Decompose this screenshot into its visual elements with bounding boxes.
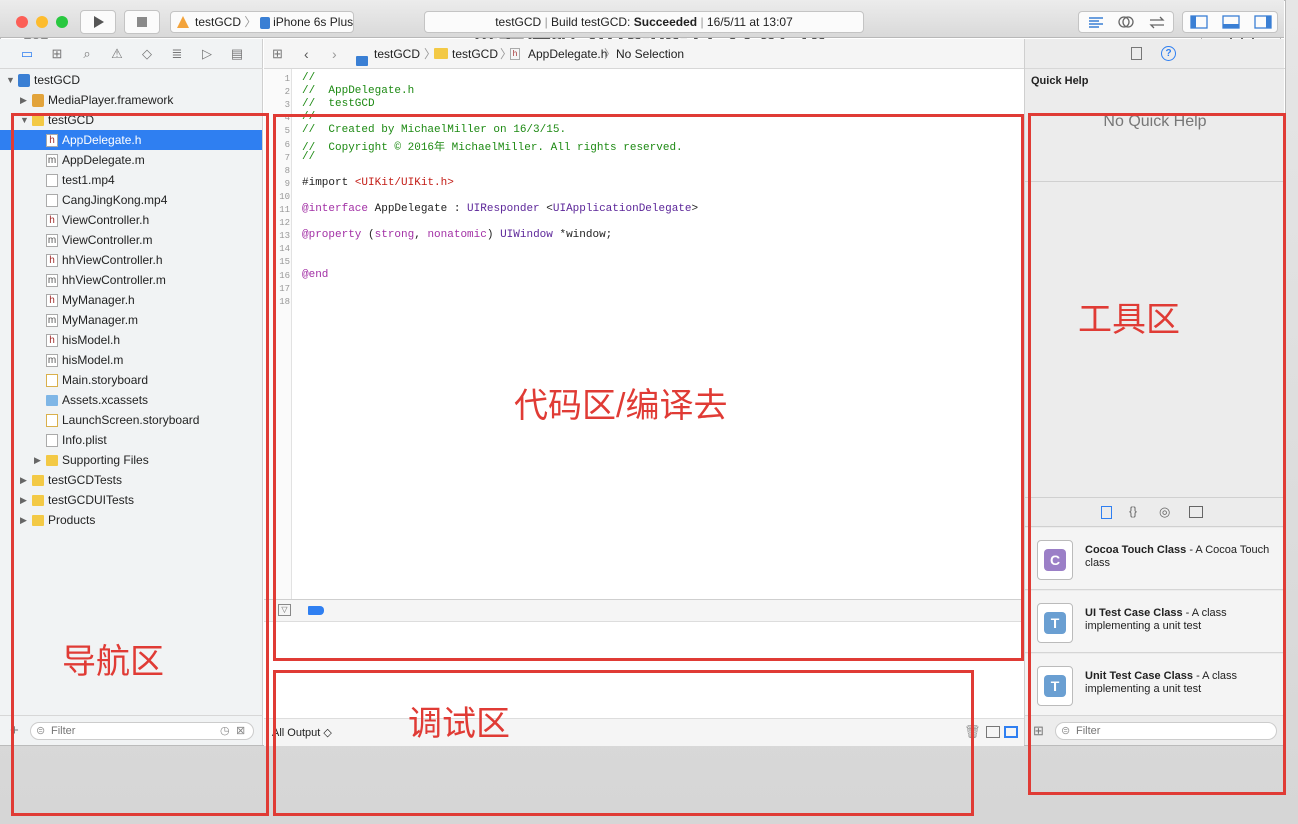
disclosure-closed-icon[interactable]: ▶ [20,90,30,110]
folder-icon [434,48,448,59]
search-icon[interactable]: ⌕ [78,45,96,63]
report-icon[interactable]: ▤ [228,45,246,63]
activity-status: testGCD | Build testGCD: Succeeded | 16/… [424,11,864,33]
toggle-navigator-icon[interactable] [1190,15,1208,32]
utilities-annotation-box [1028,113,1286,795]
status-time: 16/5/11 at 13:07 [706,15,793,29]
navigator-tabs: ▭ ⊞ ⌕ ⚠ ◇ ≣ ▷ ▤ [0,39,263,69]
issue-warning-icon[interactable]: ⚠ [108,45,126,63]
file-tree-row[interactable]: ▶ MediaPlayer.framework [0,90,262,110]
editor-mode-segment [1078,11,1174,33]
file-tree-label: MediaPlayer.framework [48,93,174,107]
framework-icon [32,94,44,107]
debug-list-icon[interactable]: ≣ [168,45,186,63]
stop-icon [137,17,147,27]
scheme-target: testGCD [195,15,242,29]
minimize-traffic-light[interactable] [36,16,48,28]
version-editor-icon[interactable] [1147,15,1167,32]
navigator-annotation-box [11,113,269,816]
navigator-annotation-label: 导航区 [62,643,164,681]
breakpoint-icon[interactable]: ▷ [198,45,216,63]
toggle-debug-icon[interactable] [1222,15,1240,32]
status-project: testGCD [495,15,542,29]
editor-annotation-label: 代码区/编译去 [514,387,728,425]
device-icon [259,16,270,29]
chevron-right-icon: 〉 [244,15,257,29]
zoom-traffic-light[interactable] [56,16,68,28]
assistant-editor-icon[interactable] [1117,15,1135,32]
toolbar: testGCD 〉 iPhone 6s Plus testGCD | Build… [0,0,1284,38]
file-tree-row[interactable]: ▼ testGCD [0,70,262,90]
header-file-icon: h [510,48,520,60]
status-build: Build testGCD: [551,15,631,29]
console-view-toggle-icon[interactable] [1004,726,1018,738]
jump-file[interactable]: AppDelegate.h [528,39,607,69]
back-arrow-icon[interactable]: ‹ [304,39,309,69]
view-toggle-segment [1182,11,1278,33]
forward-arrow-icon[interactable]: › [332,39,337,69]
code-line[interactable]: // AppDelegate.h [302,85,414,97]
file-inspector-icon[interactable] [1131,47,1142,60]
scheme-selector[interactable]: testGCD 〉 iPhone 6s Plus [170,11,354,33]
jump-symbol[interactable]: No Selection [616,39,684,69]
inspector-tabs: ? [1025,39,1285,69]
status-result: Succeeded [633,15,698,29]
jump-group[interactable]: testGCD [452,39,498,69]
line-number: 1 [284,74,290,84]
debug-annotation-label: 调试区 [408,705,510,743]
screenshot-window: ✕ 屏幕快照 2016-05-17 22.57.15 testGCD 〉 iPh… [0,0,1298,824]
toggle-utilities-icon[interactable] [1254,15,1272,32]
jump-project[interactable]: testGCD [374,39,420,69]
line-number: 3 [284,100,290,111]
app-target-icon [176,15,190,29]
debug-annotation-box [273,670,974,816]
close-traffic-light[interactable] [16,16,28,28]
quick-help-title: Quick Help [1031,75,1089,87]
file-tree-label: testGCD [34,73,81,87]
scheme-device: iPhone 6s Plus [273,15,354,29]
variables-view-toggle-icon[interactable] [986,726,1000,738]
jump-bar: ⊞ ‹ › testGCD 〉 testGCD 〉 h AppDelegate.… [264,39,1024,69]
project-navigator-icon[interactable]: ▭ [18,45,36,63]
disclosure-open-icon[interactable]: ▼ [6,70,16,90]
play-icon [94,16,104,28]
chevron-right-icon: 〉 [604,47,617,61]
quick-help-icon[interactable]: ? [1161,46,1176,61]
standard-editor-icon[interactable] [1087,15,1105,32]
code-token: // AppDelegate.h [302,85,415,98]
project-icon [18,74,30,87]
code-token: // testGCD [302,98,375,111]
code-token: // [302,72,316,84]
run-button[interactable] [80,10,116,34]
symbol-navigator-icon[interactable]: ⊞ [48,45,66,63]
project-icon [356,48,368,66]
code-line[interactable]: // [302,72,315,84]
related-items-icon[interactable]: ⊞ [272,39,283,69]
code-line[interactable]: // testGCD [302,98,375,110]
line-number: 2 [284,87,290,98]
stop-button[interactable] [124,10,160,34]
test-diamond-icon[interactable]: ◇ [138,45,156,63]
utilities-annotation-label: 工具区 [1078,301,1180,339]
